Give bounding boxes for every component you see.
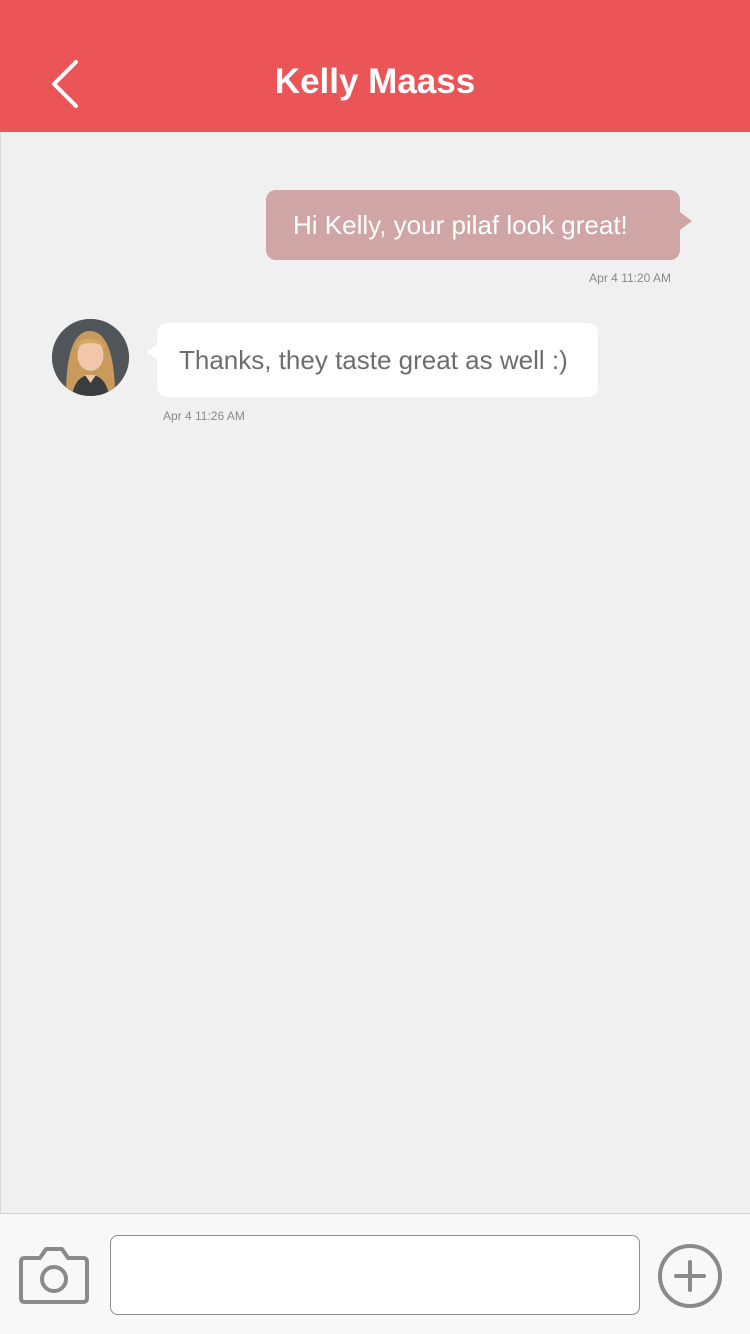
message-thread[interactable]: Hi Kelly, your pilaf look great! Apr 4 1… bbox=[0, 132, 750, 1213]
avatar[interactable] bbox=[52, 319, 129, 396]
message-composer bbox=[0, 1213, 750, 1334]
message-bubble-outgoing: Hi Kelly, your pilaf look great! bbox=[266, 190, 692, 260]
camera-icon bbox=[19, 1247, 89, 1304]
message-bubble-incoming: Thanks, they taste great as well :) bbox=[147, 323, 598, 397]
plus-circle-icon bbox=[658, 1244, 722, 1308]
add-button[interactable] bbox=[656, 1242, 724, 1310]
page-title: Kelly Maass bbox=[274, 62, 476, 101]
camera-button[interactable] bbox=[17, 1244, 91, 1306]
message-input[interactable] bbox=[110, 1235, 640, 1315]
message-timestamp: Apr 4 11:26 AM bbox=[163, 409, 245, 423]
app-header: Kelly Maass bbox=[0, 0, 750, 132]
message-timestamp: Apr 4 11:20 AM bbox=[589, 271, 671, 285]
